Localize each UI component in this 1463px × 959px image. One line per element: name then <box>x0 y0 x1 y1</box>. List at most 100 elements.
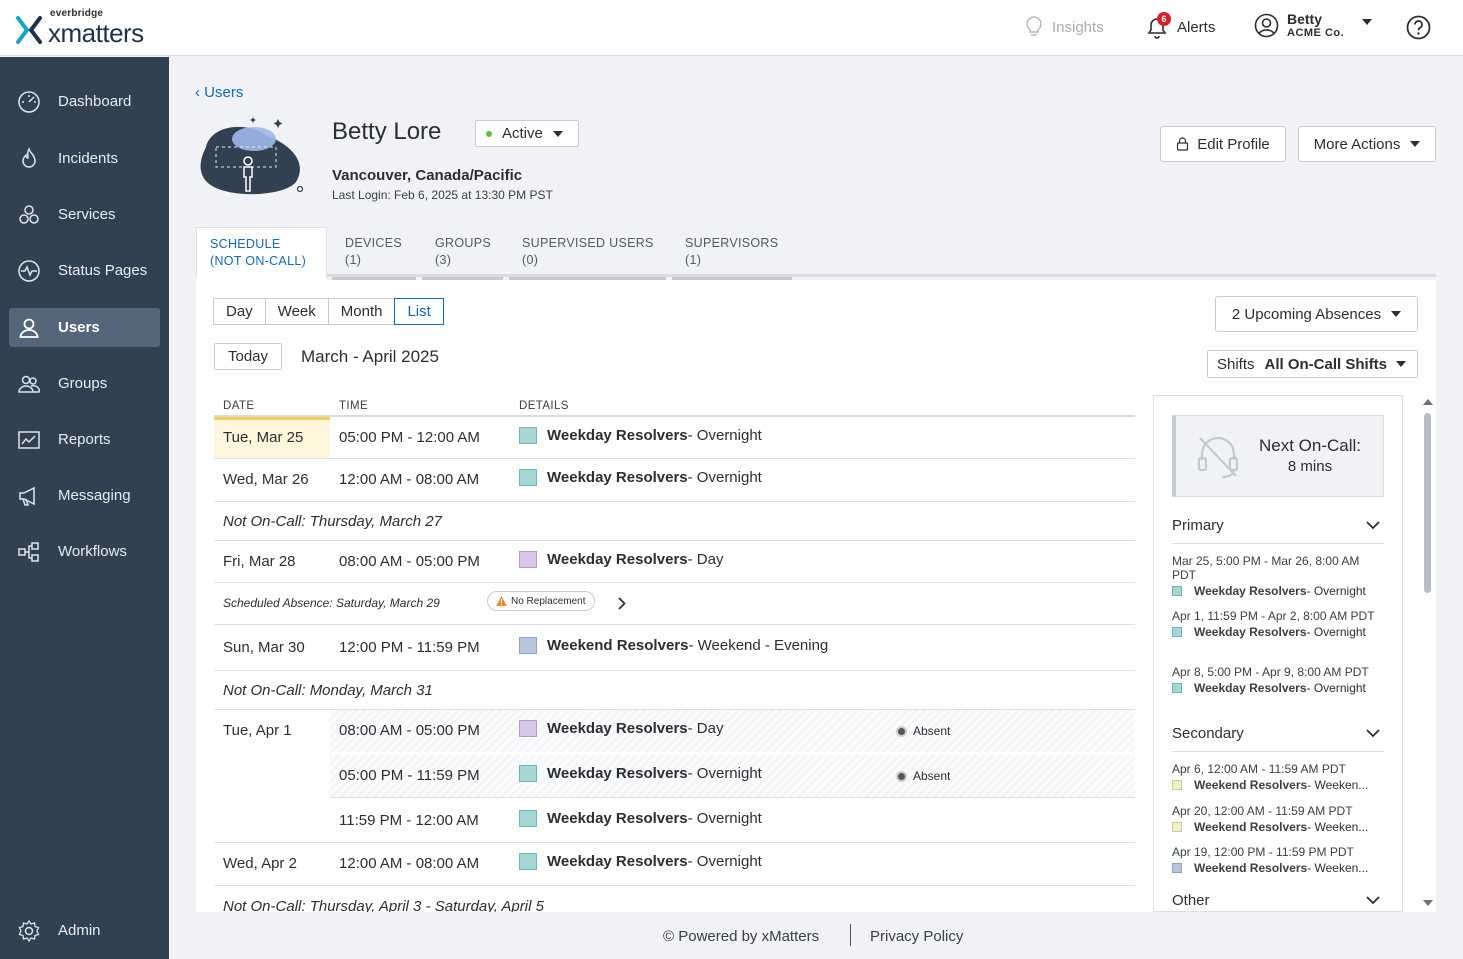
view-month-button[interactable]: Month <box>327 298 396 325</box>
absence-row[interactable]: Scheduled Absence: Saturday, March 29 No… <box>214 583 1135 625</box>
schedule-table: DATE TIME DETAILS Tue, Mar 25 05:00 PM -… <box>214 395 1135 912</box>
not-on-call-label: Not On-Call: Monday, March 31 <box>223 682 433 699</box>
no-replacement-badge: No Replacement <box>487 591 596 611</box>
tab-supervisors[interactable]: SUPERVISORS (1) <box>672 227 792 280</box>
shift-color-swatch <box>1172 780 1182 790</box>
tab-groups[interactable]: GROUPS (3) <box>422 227 503 280</box>
back-to-users-link[interactable]: ‹ Users <box>195 84 243 101</box>
shifts-filter[interactable]: Shifts All On-Call Shifts <box>1207 350 1418 378</box>
oncall-item-group: Weekday Resolvers <box>1194 625 1307 639</box>
sidebar-item-services[interactable]: Services <box>9 195 160 234</box>
user-menu[interactable]: Betty ACME Co. <box>1254 11 1373 39</box>
primary-section-toggle[interactable]: Primary <box>1172 517 1384 544</box>
primary-section-label: Primary <box>1172 517 1224 534</box>
oncall-item-shift: - Weeken... <box>1307 820 1369 834</box>
col-header-time: TIME <box>339 400 369 412</box>
oncall-item[interactable]: Apr 19, 12:00 PM - 11:59 PM PDT Weekend … <box>1172 845 1384 875</box>
scroll-down-icon[interactable] <box>1423 900 1433 906</box>
alerts-button[interactable]: 6 Alerts <box>1145 12 1216 40</box>
sidebar-item-dashboard[interactable]: Dashboard <box>9 82 160 121</box>
status-dropdown[interactable]: Active <box>475 120 579 147</box>
last-login: Last Login: Feb 6, 2025 at 13:30 PM PST <box>332 188 553 202</box>
row-group: Weekday Resolvers <box>547 720 688 737</box>
sidebar-item-label: Workflows <box>58 543 127 560</box>
chevron-down-icon <box>1391 311 1402 317</box>
insights-button[interactable]: Insights <box>1026 16 1104 38</box>
oncall-item[interactable]: Apr 1, 11:59 PM - Apr 2, 8:00 AM PDT Wee… <box>1172 609 1384 639</box>
shift-color-swatch <box>519 810 537 827</box>
gauge-icon <box>18 91 40 113</box>
upcoming-absences-button[interactable]: 2 Upcoming Absences <box>1215 296 1418 332</box>
tab-devices[interactable]: DEVICES (1) <box>332 227 416 280</box>
brand-sub: everbridge <box>50 8 104 19</box>
edit-profile-button[interactable]: Edit Profile <box>1160 126 1286 162</box>
more-actions-label: More Actions <box>1313 135 1401 153</box>
edit-profile-label: Edit Profile <box>1197 135 1270 153</box>
oncall-item[interactable]: Apr 6, 12:00 AM - 11:59 AM PDT Weekend R… <box>1172 762 1384 792</box>
secondary-section-toggle[interactable]: Secondary <box>1172 725 1384 752</box>
alerts-label: Alerts <box>1177 18 1216 36</box>
page-scrollbar[interactable] <box>1421 395 1435 912</box>
tab-count: (1) <box>345 253 362 267</box>
services-icon <box>19 205 39 224</box>
shift-color-swatch <box>1172 586 1182 596</box>
sidebar-item-messaging[interactable]: Messaging <box>9 476 160 515</box>
oncall-item-time: Apr 8, 5:00 PM - Apr 9, 8:00 AM PDT <box>1172 665 1369 679</box>
sidebar-item-groups[interactable]: Groups <box>9 364 160 403</box>
absent-indicator: Absent <box>896 724 950 738</box>
today-button[interactable]: Today <box>214 343 282 370</box>
row-shift: - Day <box>687 720 724 737</box>
view-list-button[interactable]: List <box>394 298 444 325</box>
table-row[interactable]: Wed, Apr 2 12:00 AM - 08:00 AM Weekday R… <box>214 843 1135 886</box>
table-row[interactable]: Wed, Mar 26 12:00 AM - 08:00 AM Weekday … <box>214 459 1135 502</box>
row-group: Weekday Resolvers <box>547 427 688 444</box>
sidebar-item-admin[interactable]: Admin <box>9 911 160 950</box>
user-name: Betty <box>1287 11 1323 27</box>
sidebar-item-label: Dashboard <box>58 93 132 110</box>
next-oncall-value: 8 mins <box>1287 458 1333 475</box>
shift-color-swatch <box>1172 683 1182 693</box>
user-org: ACME Co. <box>1287 27 1345 39</box>
oncall-item-group: Weekday Resolvers <box>1194 681 1307 695</box>
xmatters-logo[interactable]: everbridge xmatters <box>16 8 144 49</box>
tab-supervised-users[interactable]: SUPERVISED USERS (0) <box>509 227 666 280</box>
privacy-policy-link[interactable]: Privacy Policy <box>870 928 963 945</box>
sidebar-item-status-pages[interactable]: Status Pages <box>9 251 160 290</box>
more-actions-button[interactable]: More Actions <box>1298 126 1436 162</box>
chevron-down-icon <box>1366 896 1380 905</box>
scrollbar-thumb[interactable] <box>1424 413 1431 593</box>
other-section-toggle[interactable]: Other <box>1172 892 1384 911</box>
scroll-up-icon[interactable] <box>1423 399 1433 405</box>
help-icon <box>1406 15 1431 40</box>
footer-divider <box>850 924 851 946</box>
tab-label: SUPERVISORS <box>685 236 779 250</box>
tab-schedule[interactable]: SCHEDULE (NOT ON-CALL) <box>196 227 327 280</box>
chevron-right-icon[interactable] <box>618 597 626 610</box>
table-row-group[interactable]: Tue, Apr 1 08:00 AM - 05:00 PM Weekday R… <box>214 710 1135 843</box>
sidebar-item-incidents[interactable]: Incidents <box>9 139 160 178</box>
oncall-item-shift: - Overnight <box>1306 625 1366 639</box>
sidebar-item-users[interactable]: Users <box>9 308 160 347</box>
table-row[interactable]: Sun, Mar 30 12:00 PM - 11:59 PM Weekend … <box>214 625 1135 671</box>
sidebar-item-workflows[interactable]: Workflows <box>9 532 160 571</box>
user-location: Vancouver, Canada/Pacific <box>332 167 523 184</box>
oncall-side-panel: Next On-Call: 8 mins Primary Mar 25, 5:0… <box>1153 395 1403 912</box>
status-label: Active <box>502 125 543 142</box>
row-date: Wed, Mar 26 <box>223 471 309 488</box>
chevron-down-icon <box>1396 361 1407 367</box>
table-row[interactable]: Tue, Mar 25 05:00 PM - 12:00 AM Weekday … <box>214 417 1135 459</box>
row-shift: - Overnight <box>687 427 762 444</box>
table-row[interactable]: Fri, Mar 28 08:00 AM - 05:00 PM Weekday … <box>214 541 1135 583</box>
oncall-item[interactable]: Mar 25, 5:00 PM - Mar 26, 8:00 AM PDT We… <box>1172 554 1384 598</box>
oncall-item[interactable]: Apr 8, 5:00 PM - Apr 9, 8:00 AM PDT Week… <box>1172 665 1384 695</box>
sidebar-item-reports[interactable]: Reports <box>9 420 160 459</box>
absence-label: Scheduled Absence: Saturday, March 29 <box>223 596 440 610</box>
view-day-button[interactable]: Day <box>213 298 266 325</box>
oncall-item[interactable]: Apr 20, 12:00 AM - 11:59 AM PDT Weekend … <box>1172 804 1384 834</box>
row-time: 12:00 AM - 08:00 AM <box>339 855 480 872</box>
not-on-call-row: Not On-Call: Thursday, March 27 <box>214 502 1135 541</box>
help-button[interactable] <box>1406 15 1431 43</box>
chart-icon <box>18 431 40 449</box>
view-week-button[interactable]: Week <box>264 298 329 325</box>
secondary-section-label: Secondary <box>1172 725 1244 742</box>
